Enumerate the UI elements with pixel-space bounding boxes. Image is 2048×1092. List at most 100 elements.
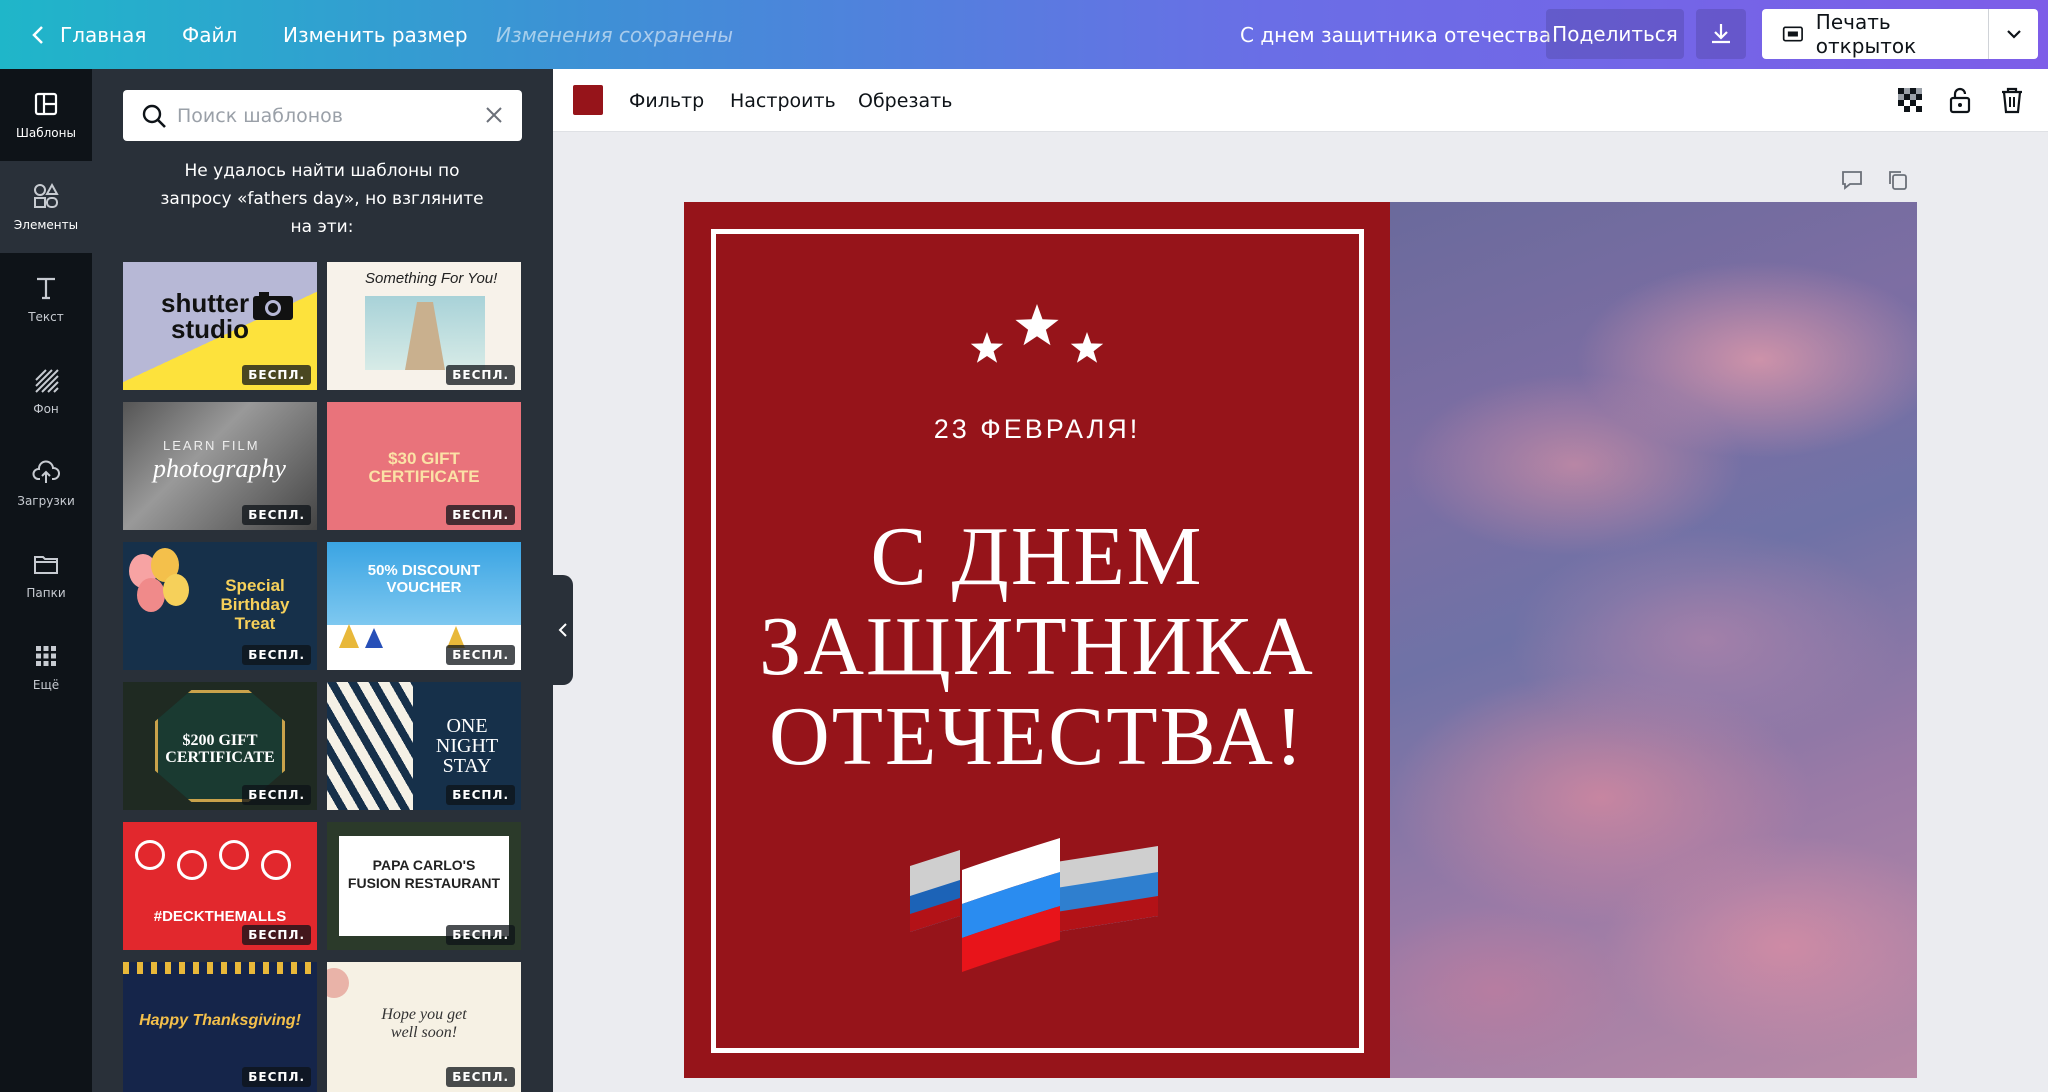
date-text[interactable]: 23 ФЕВРАЛЯ! — [684, 414, 1390, 445]
free-badge: БЕСПЛ. — [446, 1067, 515, 1087]
template-title: ONE — [446, 715, 488, 737]
template-title: 50% DISCOUNT — [367, 562, 481, 579]
trash-icon[interactable] — [1999, 86, 2025, 114]
template-title: shutter — [161, 288, 250, 318]
template-title: Something For You! — [365, 270, 498, 287]
duplicate-page-icon[interactable] — [1886, 168, 1910, 192]
file-menu[interactable]: Файл — [182, 0, 237, 69]
background-icon — [35, 369, 59, 393]
template-thumbnail[interactable]: Happy Thanksgiving! БЕСПЛ. — [123, 962, 317, 1092]
print-options-button[interactable] — [1988, 9, 2038, 59]
templates-panel: Не удалось найти шаблоны по запросу «fat… — [92, 69, 553, 1092]
template-thumbnail[interactable]: Something For You! БЕСПЛ. — [327, 262, 521, 390]
home-link[interactable]: Главная — [30, 0, 146, 69]
no-results-message: Не удалось найти шаблоны по запросу «fat… — [160, 161, 484, 237]
elements-icon — [34, 182, 59, 208]
free-badge: БЕСПЛ. — [446, 505, 515, 525]
rail-item-folders[interactable]: Папки — [0, 529, 92, 621]
free-badge: БЕСПЛ. — [242, 925, 311, 945]
headline-line: С ДНЕМ — [870, 510, 1204, 603]
collapse-panel-handle[interactable] — [553, 575, 573, 685]
template-title: $200 GIFT — [182, 732, 258, 749]
template-thumbnail[interactable]: ONE NIGHT STAY БЕСПЛ. — [327, 682, 521, 810]
free-badge: БЕСПЛ. — [446, 365, 515, 385]
rail-item-elements[interactable]: Элементы — [0, 161, 92, 253]
lock-icon[interactable] — [1947, 86, 1973, 114]
template-title: NIGHT — [435, 735, 499, 757]
template-title: CERTIFICATE — [165, 749, 275, 766]
template-title: well soon! — [390, 1024, 458, 1041]
more-icon — [36, 646, 56, 666]
free-badge: БЕСПЛ. — [446, 925, 515, 945]
template-thumbnail[interactable]: PAPA CARLO'S FUSION RESTAURANT БЕСПЛ. — [327, 822, 521, 950]
print-cards-button[interactable]: Печать открыток — [1762, 9, 1988, 59]
template-title: $30 GIFT — [388, 449, 460, 468]
template-title: #DECKTHEMALLS — [153, 908, 287, 925]
free-badge: БЕСПЛ. — [242, 505, 311, 525]
template-thumbnail[interactable]: #DECKTHEMALLS БЕСПЛ. — [123, 822, 317, 950]
template-title: CERTIFICATE — [368, 467, 480, 486]
filter-button[interactable]: Фильтр — [629, 69, 704, 132]
color-swatch[interactable] — [573, 85, 603, 115]
rail-label: Ещё — [32, 678, 60, 692]
template-title: photography — [153, 454, 286, 483]
print-icon — [1782, 26, 1803, 42]
camera-icon — [253, 292, 293, 320]
template-title: Special — [225, 576, 285, 595]
template-title: studio — [171, 314, 249, 344]
template-thumbnail[interactable]: shutter studio БЕСПЛ. — [123, 262, 317, 390]
headline-line: ЗАЩИТНИКА — [759, 600, 1315, 693]
folders-icon — [34, 556, 58, 574]
template-search[interactable] — [123, 90, 522, 141]
download-icon — [1712, 24, 1730, 44]
template-thumbnail[interactable]: Hope you get well soon! БЕСПЛ. — [327, 962, 521, 1092]
rail-label: Фон — [33, 402, 59, 416]
template-title: VOUCHER — [386, 579, 462, 596]
rail-label: Элементы — [13, 218, 79, 232]
template-thumbnail[interactable]: LEARN FILM photography БЕСПЛ. — [123, 402, 317, 530]
sky-photo[interactable] — [1390, 202, 1917, 1078]
free-badge: БЕСПЛ. — [242, 645, 311, 665]
top-bar: Главная Файл Изменить размер Изменения с… — [0, 0, 2048, 69]
free-badge: БЕСПЛ. — [242, 365, 311, 385]
comment-icon[interactable] — [1840, 168, 1864, 192]
download-button[interactable] — [1696, 9, 1746, 59]
free-badge: БЕСПЛ. — [242, 785, 311, 805]
crop-button[interactable]: Обрезать — [858, 69, 952, 132]
template-title: Hope you get — [381, 1006, 467, 1023]
rail-item-background[interactable]: Фон — [0, 345, 92, 437]
text-icon — [37, 277, 55, 300]
share-button[interactable]: Поделиться — [1546, 9, 1684, 59]
template-thumbnail[interactable]: $30 GIFT CERTIFICATE БЕСПЛ. — [327, 402, 521, 530]
transparency-icon[interactable] — [1896, 86, 1924, 114]
rail-item-uploads[interactable]: Загрузки — [0, 437, 92, 529]
rail-item-more[interactable]: Ещё — [0, 621, 92, 713]
template-title: FUSION RESTAURANT — [347, 875, 501, 891]
rail-label: Текст — [28, 310, 64, 324]
template-thumbnail[interactable]: Special Birthday Treat БЕСПЛ. — [123, 542, 317, 670]
rail-item-text[interactable]: Текст — [0, 253, 92, 345]
resize-menu[interactable]: Изменить размер — [283, 0, 468, 69]
template-title: PAPA CARLO'S — [372, 857, 476, 873]
design-canvas[interactable]: 23 ФЕВРАЛЯ! С ДНЕМ ЗАЩИТНИКА ОТЕЧЕСТВА! — [684, 202, 1917, 1078]
rail-label: Загрузки — [17, 494, 75, 508]
adjust-button[interactable]: Настроить — [730, 69, 836, 132]
free-badge: БЕСПЛ. — [446, 785, 515, 805]
free-badge: БЕСПЛ. — [446, 645, 515, 665]
template-thumbnail[interactable]: $200 GIFT CERTIFICATE БЕСПЛ. — [123, 682, 317, 810]
search-input[interactable] — [177, 104, 467, 127]
stars-icon[interactable] — [967, 298, 1107, 368]
print-label: Печать открыток — [1815, 10, 1917, 58]
clear-search-icon[interactable] — [484, 105, 504, 125]
side-rail: Шаблоны Элементы Текст Фон Загрузки Папк… — [0, 69, 92, 1092]
templates-icon — [34, 92, 58, 116]
document-title[interactable]: С днем защитника отечества! — [1240, 0, 1559, 69]
headline-text[interactable]: С ДНЕМ ЗАЩИТНИКА ОТЕЧЕСТВА! — [684, 512, 1390, 782]
template-thumbnail[interactable]: 50% DISCOUNT VOUCHER БЕСПЛ. — [327, 542, 521, 670]
headline-line: ОТЕЧЕСТВА! — [769, 690, 1305, 783]
free-badge: БЕСПЛ. — [242, 1067, 311, 1087]
rail-item-templates[interactable]: Шаблоны — [0, 69, 92, 161]
russian-flag-ribbon-icon[interactable] — [908, 832, 1168, 982]
saved-status: Изменения сохранены — [496, 22, 734, 47]
chevron-down-icon — [2006, 30, 2021, 39]
